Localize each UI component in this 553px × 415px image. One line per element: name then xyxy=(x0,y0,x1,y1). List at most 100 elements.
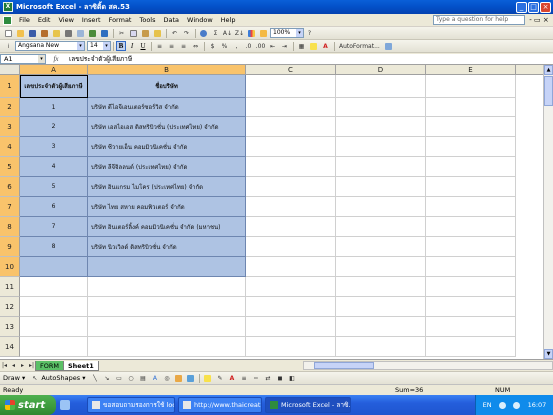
font-color-icon[interactable]: A xyxy=(320,41,331,51)
autosum-icon[interactable]: Σ xyxy=(210,28,221,38)
horizontal-scroll-thumb[interactable] xyxy=(314,362,374,369)
help-search-input[interactable]: Type a question for help xyxy=(433,15,525,25)
row-header-11[interactable]: 11 xyxy=(0,277,20,297)
print-preview-icon[interactable] xyxy=(75,28,86,38)
menu-insert[interactable]: Insert xyxy=(78,16,105,24)
column-header-e[interactable]: E xyxy=(426,65,516,75)
worksheet-grid[interactable]: A B C D E 1 2 3 4 5 6 7 8 9 10 11 12 13 14 เลขประจำตัวผู้เส… xyxy=(0,65,543,359)
empty-cell[interactable] xyxy=(246,137,336,157)
decrease-indent-icon[interactable]: ⇤ xyxy=(267,41,278,51)
redo-icon[interactable]: ↷ xyxy=(181,28,192,38)
language-indicator[interactable]: EN xyxy=(483,401,492,409)
open-icon[interactable] xyxy=(15,28,26,38)
cell-company-name[interactable]: บริษัท เอสไอเอส ดิสทริบิวชั่น (ประเทศไทย… xyxy=(88,117,246,137)
empty-cell[interactable] xyxy=(246,117,336,137)
empty-cell[interactable] xyxy=(88,317,246,337)
header-cell-tax-id[interactable]: เลขประจำตัวผู้เสียภาษี xyxy=(20,75,88,98)
minimize-button[interactable]: _ xyxy=(516,1,527,13)
empty-cell[interactable] xyxy=(246,257,336,277)
select-objects-icon[interactable]: ↖ xyxy=(29,373,40,383)
zoom-select[interactable]: 100% ▾ xyxy=(270,28,304,38)
cell-tax-id[interactable]: 3 xyxy=(20,137,88,157)
italic-button[interactable]: I xyxy=(127,41,137,51)
quick-launch-icon[interactable] xyxy=(60,400,70,410)
workbook-close-icon[interactable]: - ▭ × xyxy=(525,16,553,24)
scroll-down-icon[interactable]: ▼ xyxy=(544,349,553,359)
menu-view[interactable]: View xyxy=(54,16,77,24)
comma-style-icon[interactable]: , xyxy=(231,41,242,51)
format-painter-icon[interactable] xyxy=(152,28,163,38)
cell-company-name[interactable]: บริษัท ลีจีจิลลนต์ (ประเทศไทย) จำกัด xyxy=(88,157,246,177)
sort-descending-icon[interactable]: Z↓ xyxy=(234,28,245,38)
column-header-d[interactable]: D xyxy=(336,65,426,75)
decrease-decimal-icon[interactable]: .00 xyxy=(255,41,266,51)
empty-cell[interactable] xyxy=(336,117,426,137)
first-sheet-icon[interactable]: |◂ xyxy=(0,362,9,369)
empty-cell[interactable] xyxy=(88,297,246,317)
tray-icon[interactable] xyxy=(513,401,521,409)
draw-fill-color-icon[interactable] xyxy=(202,373,213,383)
cell-tax-id[interactable]: 5 xyxy=(20,177,88,197)
tab-form[interactable]: FORM xyxy=(35,360,64,371)
row-header-1[interactable]: 1 xyxy=(0,75,20,98)
column-header-c[interactable]: C xyxy=(246,65,336,75)
empty-cell[interactable] xyxy=(88,337,246,357)
bold-button[interactable]: B xyxy=(116,41,126,51)
3d-style-icon[interactable]: ◧ xyxy=(286,373,297,383)
drawing-icon[interactable] xyxy=(258,28,269,38)
oval-icon[interactable]: ○ xyxy=(125,373,136,383)
undo-icon[interactable]: ↶ xyxy=(169,28,180,38)
cell-tax-id[interactable]: 6 xyxy=(20,197,88,217)
empty-cell[interactable] xyxy=(336,197,426,217)
empty-cell[interactable] xyxy=(336,297,426,317)
empty-cell[interactable] xyxy=(426,177,516,197)
row-header-13[interactable]: 13 xyxy=(0,317,20,337)
align-center-icon[interactable]: ≡ xyxy=(166,41,177,51)
empty-cell[interactable] xyxy=(246,217,336,237)
toolbar-options-icon[interactable]: ⁞ xyxy=(3,41,14,51)
shadow-icon[interactable]: ◼ xyxy=(274,373,285,383)
font-size-select[interactable]: 14 ▾ xyxy=(87,41,111,51)
horizontal-scrollbar[interactable] xyxy=(303,361,553,370)
cell-tax-id[interactable]: 8 xyxy=(20,237,88,257)
empty-cell[interactable] xyxy=(426,98,516,117)
rectangle-icon[interactable]: ▭ xyxy=(113,373,124,383)
empty-cell[interactable] xyxy=(336,257,426,277)
underline-button[interactable]: U xyxy=(138,41,148,51)
row-header-2[interactable]: 2 xyxy=(0,98,20,117)
empty-cell[interactable] xyxy=(426,197,516,217)
empty-cell[interactable] xyxy=(246,98,336,117)
formula-input[interactable]: เลขประจำตัวผู้เสียภาษี xyxy=(66,54,553,64)
menu-tools[interactable]: Tools xyxy=(135,16,159,24)
row-header-7[interactable]: 7 xyxy=(0,197,20,217)
empty-cell[interactable] xyxy=(88,277,246,297)
textbox-icon[interactable]: ▤ xyxy=(137,373,148,383)
empty-cell[interactable] xyxy=(246,317,336,337)
row-header-14[interactable]: 14 xyxy=(0,337,20,357)
taskbar-task-browser[interactable]: http://www.thaicreat... xyxy=(178,397,262,413)
align-right-icon[interactable]: ≡ xyxy=(178,41,189,51)
empty-cell[interactable] xyxy=(246,75,336,98)
column-header-a[interactable]: A xyxy=(20,65,88,75)
line-color-icon[interactable]: ✎ xyxy=(214,373,225,383)
empty-cell[interactable] xyxy=(336,337,426,357)
empty-cell[interactable] xyxy=(336,157,426,177)
row-header-8[interactable]: 8 xyxy=(0,217,20,237)
empty-cell[interactable] xyxy=(20,257,88,277)
row-header-3[interactable]: 3 xyxy=(0,117,20,137)
name-box[interactable]: A1 ▾ xyxy=(0,54,46,64)
empty-cell[interactable] xyxy=(20,297,88,317)
line-style-icon[interactable]: ≡ xyxy=(238,373,249,383)
empty-cell[interactable] xyxy=(336,277,426,297)
cell-tax-id[interactable]: 1 xyxy=(20,98,88,117)
email-icon[interactable] xyxy=(51,28,62,38)
row-header-9[interactable]: 9 xyxy=(0,237,20,257)
sort-ascending-icon[interactable]: A↓ xyxy=(222,28,233,38)
empty-cell[interactable] xyxy=(336,217,426,237)
empty-cell[interactable] xyxy=(426,157,516,177)
empty-cell[interactable] xyxy=(246,337,336,357)
font-name-select[interactable]: Angsana New ▾ xyxy=(15,41,85,51)
empty-cell[interactable] xyxy=(426,117,516,137)
empty-cell[interactable] xyxy=(426,75,516,98)
empty-cell[interactable] xyxy=(336,177,426,197)
